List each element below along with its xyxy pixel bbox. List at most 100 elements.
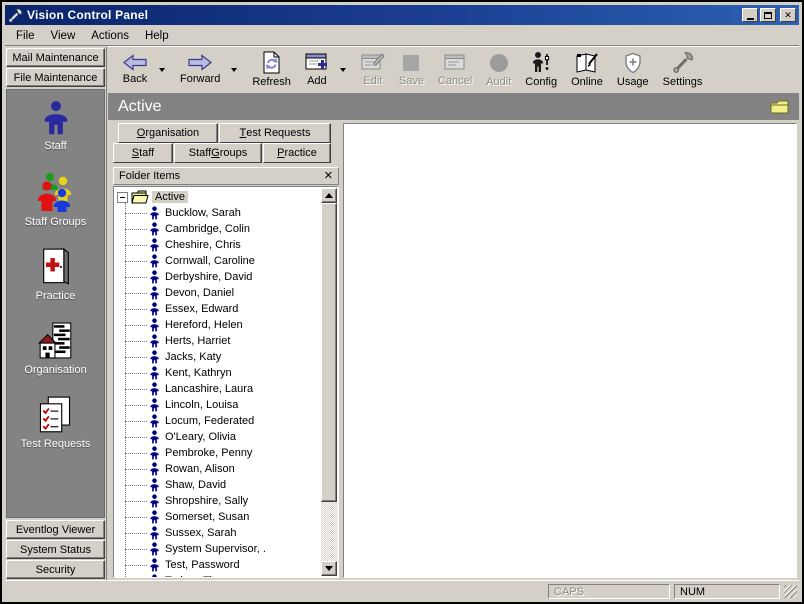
sidebar-button-security[interactable]: Security: [6, 560, 105, 579]
tree-item-lancashire-laura[interactable]: Lancashire, Laura: [117, 381, 338, 397]
minimize-button[interactable]: [742, 8, 758, 22]
tree-item-lincoln-louisa[interactable]: Lincoln, Louisa: [117, 397, 338, 413]
tab-test-requests[interactable]: Test Requests: [219, 123, 331, 143]
tree-item-label: O'Leary, Olivia: [165, 431, 236, 443]
tree-item-pembroke-penny[interactable]: Pembroke, Penny: [117, 445, 338, 461]
toolbar-button-usage[interactable]: Usage: [611, 50, 655, 90]
person-icon: [149, 334, 160, 348]
maximize-button[interactable]: [760, 8, 776, 22]
tree-item-cornwall-caroline[interactable]: Cornwall, Caroline: [117, 253, 338, 269]
sidebar-button-system-status[interactable]: System Status: [6, 540, 105, 559]
tree-item-label: Cheshire, Chris: [165, 239, 241, 251]
tree-root-row[interactable]: Active: [117, 189, 338, 205]
tree-scrollbar[interactable]: [321, 188, 337, 576]
tree-item-somerset-susan[interactable]: Somerset, Susan: [117, 509, 338, 525]
person-icon: [149, 382, 160, 396]
sidebar-item-test-requests[interactable]: Test Requests: [21, 396, 91, 450]
toolbar-label: Forward: [180, 73, 220, 85]
menu-help[interactable]: Help: [137, 28, 177, 44]
close-panel-icon[interactable]: ✕: [324, 171, 333, 182]
folder-items-panel: Folder Items ✕ Active Bucklow, SarahCamb…: [113, 167, 339, 578]
tab-staff[interactable]: Staff: [113, 143, 173, 163]
folder-open-icon: [131, 190, 149, 204]
tree-item-herts-harriet[interactable]: Herts, Harriet: [117, 333, 338, 349]
sidebar-item-organisation[interactable]: Organisation: [24, 322, 86, 376]
scroll-up-button[interactable]: [321, 188, 337, 203]
tree-item-hereford-helen[interactable]: Hereford, Helen: [117, 317, 338, 333]
toolbar-button-refresh[interactable]: Refresh: [246, 49, 297, 90]
tree-item-locum-federated[interactable]: Locum, Federated: [117, 413, 338, 429]
tab-staff-groups[interactable]: Staff Groups: [174, 143, 262, 163]
scrollbar-thumb[interactable]: [321, 203, 337, 502]
tree-item-bucklow-sarah[interactable]: Bucklow, Sarah: [117, 205, 338, 221]
close-icon: ✕: [784, 11, 792, 20]
toolbar-button-audit[interactable]: Audit: [480, 50, 517, 90]
page-title: Active: [118, 98, 162, 116]
collapse-icon[interactable]: [117, 192, 128, 203]
toolbar-label: Add: [307, 75, 327, 87]
sidebar-button-mail-maintenance[interactable]: Mail Maintenance: [6, 48, 105, 67]
toolbar-button-online[interactable]: Online: [565, 50, 609, 90]
toolbar-button-config[interactable]: Config: [519, 49, 563, 90]
tree-item-label: Torbay, Tim: [165, 575, 221, 578]
tree-item-sussex-sarah[interactable]: Sussex, Sarah: [117, 525, 338, 541]
tree-item-essex-edward[interactable]: Essex, Edward: [117, 301, 338, 317]
person-icon: [149, 318, 160, 332]
sidebar-item-staff-groups[interactable]: Staff Groups: [25, 172, 87, 228]
folder-icon[interactable]: [770, 99, 789, 114]
toolbar-label: Back: [123, 73, 147, 85]
tree-item-devon-daniel[interactable]: Devon, Daniel: [117, 285, 338, 301]
tab-practice[interactable]: Practice: [263, 143, 331, 163]
sidebar-item-practice[interactable]: Practice: [36, 248, 76, 302]
person-icon: [149, 254, 160, 268]
toolbar-button-forward[interactable]: Forward: [174, 52, 226, 87]
tree-item-kent-kathryn[interactable]: Kent, Kathryn: [117, 365, 338, 381]
toolbar-button-cancel[interactable]: Cancel: [432, 50, 478, 89]
save-icon: [401, 53, 421, 73]
sidebar-button-file-maintenance[interactable]: File Maintenance: [6, 68, 105, 87]
tree-item-jacks-katy[interactable]: Jacks, Katy: [117, 349, 338, 365]
sidebar-item-staff[interactable]: Staff: [41, 100, 71, 152]
menu-actions[interactable]: Actions: [83, 28, 137, 44]
title-bar[interactable]: Vision Control Panel ✕: [5, 5, 799, 25]
tree-item-label: Devon, Daniel: [165, 287, 234, 299]
tree-item-test-password[interactable]: Test, Password: [117, 557, 338, 573]
tree-item-label: Derbyshire, David: [165, 271, 252, 283]
resize-grip[interactable]: [784, 585, 797, 598]
toolbar-button-save[interactable]: Save: [393, 51, 430, 89]
person-icon: [149, 526, 160, 540]
window-title: Vision Control Panel: [27, 8, 740, 22]
toolbar-button-back[interactable]: Back: [116, 52, 154, 87]
close-button[interactable]: ✕: [780, 8, 796, 22]
tree-item-rowan-alison[interactable]: Rowan, Alison: [117, 461, 338, 477]
person-icon: [149, 350, 160, 364]
tab-organisation[interactable]: Organisation: [118, 123, 218, 143]
tree-item-cambridge-colin[interactable]: Cambridge, Colin: [117, 221, 338, 237]
sidebar-item-label: Staff Groups: [25, 216, 87, 228]
scroll-down-icon: [325, 566, 333, 571]
sidebar-item-label: Practice: [36, 290, 76, 302]
tree-item-shropshire-sally[interactable]: Shropshire, Sally: [117, 493, 338, 509]
menu-file[interactable]: File: [8, 28, 43, 44]
tree-item-derbyshire-david[interactable]: Derbyshire, David: [117, 269, 338, 285]
tree-item-cheshire-chris[interactable]: Cheshire, Chris: [117, 237, 338, 253]
toolbar-dropdown-add[interactable]: [337, 55, 349, 85]
person-icon: [149, 542, 160, 556]
scroll-down-button[interactable]: [321, 561, 337, 576]
tree-item-torbay-tim[interactable]: Torbay, Tim: [117, 573, 338, 578]
toolbar-button-add[interactable]: Add: [299, 50, 335, 89]
toolbar-dropdown-forward[interactable]: [228, 55, 240, 85]
sidebar-button-eventlog-viewer[interactable]: Eventlog Viewer: [6, 520, 105, 539]
menu-view[interactable]: View: [43, 28, 84, 44]
toolbar-button-settings[interactable]: Settings: [657, 49, 709, 90]
toolbar-dropdown-back[interactable]: [156, 55, 168, 85]
tab-row-front: StaffStaff GroupsPractice: [113, 143, 339, 163]
person-icon: [149, 430, 160, 444]
wrench-icon: [8, 8, 23, 23]
toolbar-button-edit[interactable]: Edit: [355, 50, 391, 89]
tree-item-o-leary-olivia[interactable]: O'Leary, Olivia: [117, 429, 338, 445]
tree-item-system-supervisor[interactable]: System Supervisor, .: [117, 541, 338, 557]
tree-item-label: Lincoln, Louisa: [165, 399, 238, 411]
tree-item-shaw-david[interactable]: Shaw, David: [117, 477, 338, 493]
person-icon: [149, 574, 160, 578]
